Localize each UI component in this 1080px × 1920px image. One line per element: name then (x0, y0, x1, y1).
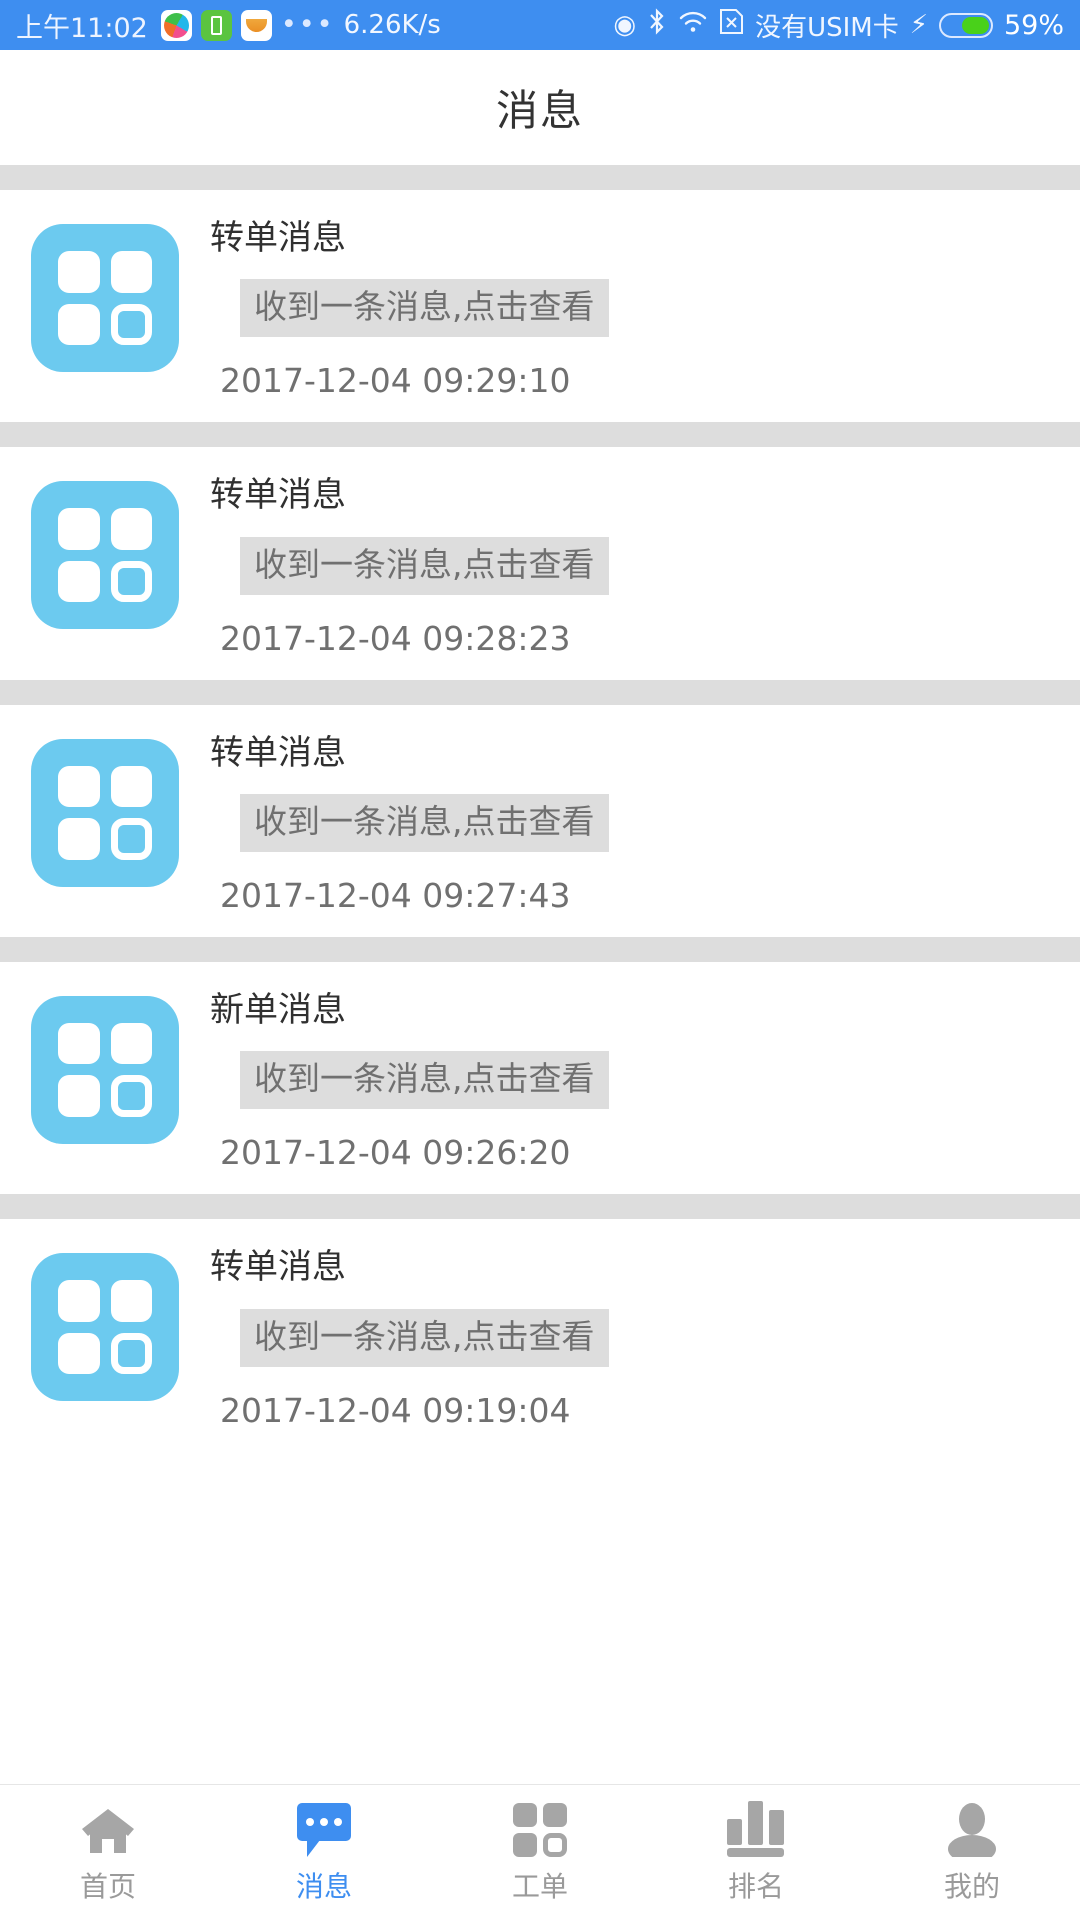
page-title-bar: 消息 (0, 50, 1080, 165)
mail-app-icon (240, 9, 272, 41)
home-glyph (82, 1808, 134, 1853)
phone-screen: 上午11:02 ••• 6.26K/s ◉ 没有USIM卡 ⚡ 59% 消息 转… (0, 0, 1080, 1920)
tab-home-label: 首页 (79, 1869, 136, 1903)
person-icon (946, 1801, 998, 1857)
message-title: 转单消息 (210, 732, 346, 773)
no-sim-glyph (720, 9, 744, 34)
message-body: 收到一条消息,点击查看 (240, 536, 609, 595)
work-order-grid-icon (513, 1801, 567, 1857)
sim-status-text: 没有USIM卡 (755, 12, 899, 43)
tab-ranking-label: 排名 (727, 1869, 784, 1903)
bar-chart-icon (727, 1800, 785, 1857)
tab-work-orders[interactable]: 工单 (432, 1785, 648, 1920)
list-item-icon-wrap (0, 992, 210, 1172)
list-item-body: 转单消息 收到一条消息,点击查看 2017-12-04 09:19:04 (210, 1247, 1080, 1430)
tab-home[interactable]: 首页 (0, 1785, 216, 1920)
list-item[interactable]: 转单消息 收到一条消息,点击查看 2017-12-04 09:29:10 (0, 190, 1080, 423)
bluetooth-icon (647, 8, 667, 42)
tab-profile-label: 我的 (943, 1869, 1000, 1903)
message-bubble-icon (297, 1801, 351, 1857)
message-title: 转单消息 (210, 218, 346, 258)
status-bar: 上午11:02 ••• 6.26K/s ◉ 没有USIM卡 ⚡ 59% (0, 0, 1080, 50)
message-body: 收到一条消息,点击查看 (240, 794, 609, 852)
tab-ranking[interactable]: 排名 (648, 1785, 864, 1920)
list-item[interactable]: 转单消息 收到一条消息,点击查看 2017-12-04 09:28:23 (0, 447, 1080, 680)
message-body: 收到一条消息,点击查看 (240, 279, 609, 338)
wifi-icon (678, 10, 708, 41)
message-time: 2017-12-04 09:28:23 (220, 618, 571, 658)
tab-work-orders-label: 工单 (511, 1869, 568, 1903)
list-item-icon-wrap (0, 220, 210, 400)
person-glyph (948, 1802, 996, 1857)
work-order-grid-icon (31, 738, 179, 887)
message-list[interactable]: 转单消息 收到一条消息,点击查看 2017-12-04 09:29:10 转单消… (0, 165, 1080, 1784)
list-item[interactable]: 转单消息 收到一条消息,点击查看 2017-12-04 09:27:43 (0, 704, 1080, 937)
list-item-icon-wrap (0, 477, 210, 657)
location-icon: ◉ (613, 10, 637, 40)
list-item-body: 转单消息 收到一条消息,点击查看 2017-12-04 09:27:43 (210, 732, 1080, 915)
message-bubble-glyph (297, 1802, 351, 1857)
tab-messages[interactable]: 消息 (216, 1785, 432, 1920)
work-order-grid-icon (31, 224, 179, 372)
work-order-grid-icon (31, 481, 179, 630)
message-title: 转单消息 (210, 475, 346, 516)
message-time: 2017-12-04 09:26:20 (220, 1133, 571, 1173)
message-title: 新单消息 (210, 989, 346, 1030)
message-body: 收到一条消息,点击查看 (240, 1051, 609, 1110)
bar-chart-glyph (727, 1800, 785, 1857)
no-sim-icon (719, 8, 744, 42)
list-divider (0, 1194, 1080, 1220)
list-divider (0, 936, 1080, 962)
green-battery-app-icon (200, 9, 232, 41)
message-time: 2017-12-04 09:27:43 (220, 875, 571, 915)
battery-percent-text: 59% (1003, 9, 1064, 41)
bottom-tab-bar: 首页 消息 工单 排名 我的 (0, 1784, 1080, 1920)
status-clock: 上午11:02 (16, 12, 148, 44)
tab-messages-label: 消息 (295, 1869, 352, 1903)
list-item[interactable]: 转单消息 收到一条消息,点击查看 2017-12-04 09:19:04 (0, 1219, 1080, 1452)
list-item[interactable]: 新单消息 收到一条消息,点击查看 2017-12-04 09:26:20 (0, 961, 1080, 1195)
work-order-grid-icon (31, 995, 179, 1144)
bluetooth-glyph (650, 8, 664, 35)
page-title: 消息 (495, 86, 584, 135)
list-item-body: 新单消息 收到一条消息,点击查看 2017-12-04 09:26:20 (210, 989, 1080, 1173)
work-order-grid-icon (31, 1253, 179, 1402)
color-ball-app-icon (160, 9, 192, 41)
list-item-icon-wrap (0, 735, 210, 915)
status-overflow-dots: ••• (280, 8, 335, 40)
list-item-body: 转单消息 收到一条消息,点击查看 2017-12-04 09:29:10 (210, 218, 1080, 401)
wifi-glyph (679, 11, 707, 32)
list-item-icon-wrap (0, 1249, 210, 1429)
message-title: 转单消息 (210, 1247, 346, 1288)
message-time: 2017-12-04 09:29:10 (220, 361, 571, 401)
message-time: 2017-12-04 09:19:04 (220, 1390, 571, 1430)
list-divider (0, 679, 1080, 705)
work-order-grid-glyph (513, 1802, 567, 1857)
list-divider (0, 422, 1080, 448)
network-speed-text: 6.26K/s (343, 10, 441, 40)
charging-bolt-icon: ⚡ (909, 10, 928, 40)
list-item-body: 转单消息 收到一条消息,点击查看 2017-12-04 09:28:23 (210, 475, 1080, 658)
message-body: 收到一条消息,点击查看 (240, 1308, 609, 1367)
list-divider (0, 165, 1080, 190)
tab-profile[interactable]: 我的 (864, 1785, 1080, 1920)
home-icon (80, 1801, 136, 1857)
battery-icon (938, 12, 993, 38)
